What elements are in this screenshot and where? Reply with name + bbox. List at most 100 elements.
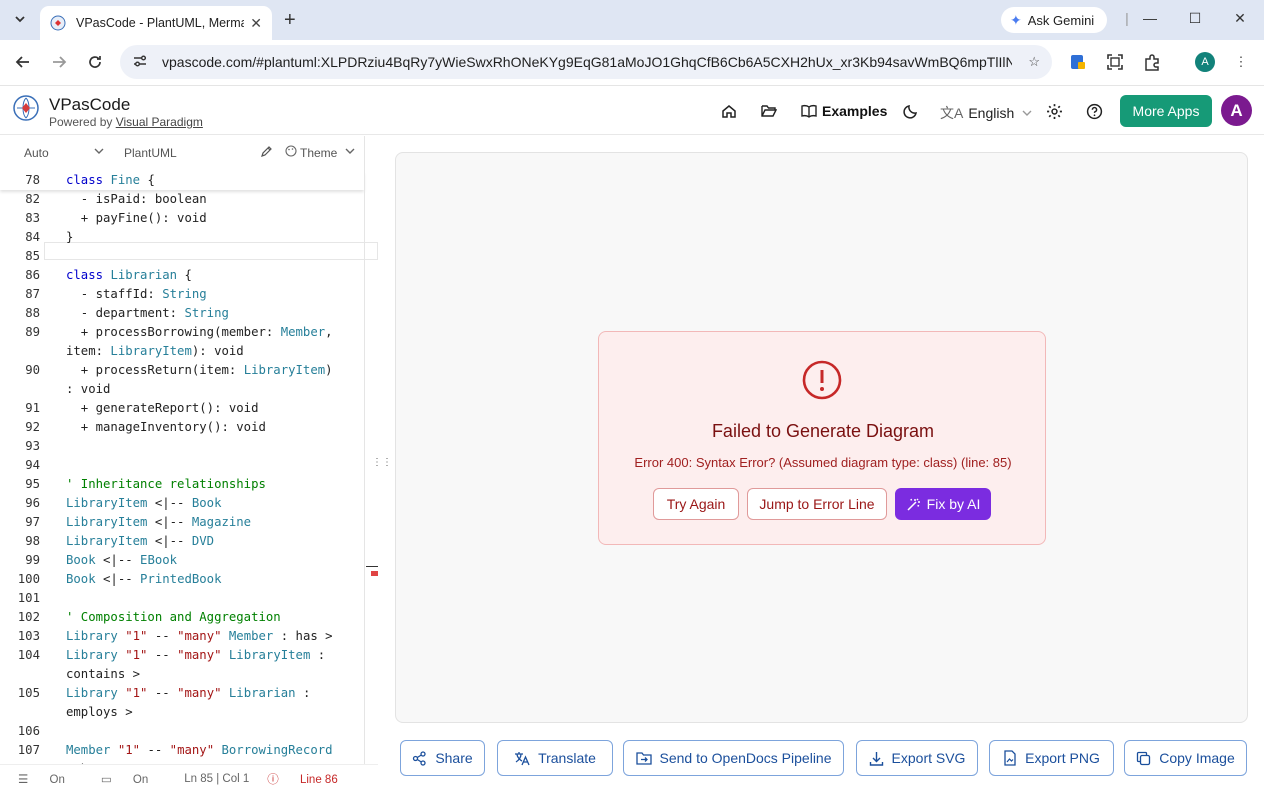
translate-button[interactable]: Translate bbox=[497, 740, 613, 776]
code-line[interactable]: ' Inheritance relationships bbox=[66, 477, 266, 491]
export-svg-label: Export SVG bbox=[891, 750, 966, 766]
code-line[interactable]: LibraryItem <|-- DVD bbox=[66, 534, 214, 548]
settings-button[interactable] bbox=[1044, 101, 1064, 121]
pencil-icon[interactable] bbox=[260, 145, 273, 161]
open-folder-button[interactable] bbox=[759, 101, 779, 121]
address-bar[interactable]: vpascode.com/#plantuml:XLPDRziu4BqRy7yWi… bbox=[120, 45, 1052, 79]
error-line-indicator[interactable]: ⓘ Line 86 bbox=[267, 771, 355, 787]
drag-handle-icon[interactable]: ⋮⋮ bbox=[372, 457, 392, 471]
copy-image-button[interactable]: Copy Image bbox=[1124, 740, 1247, 776]
more-apps-button[interactable]: More Apps bbox=[1120, 95, 1212, 127]
share-button[interactable]: Share bbox=[400, 740, 485, 776]
code-line[interactable]: employs > bbox=[66, 705, 133, 719]
export-png-label: Export PNG bbox=[1025, 750, 1100, 766]
language-mode-label[interactable]: PlantUML bbox=[124, 146, 177, 160]
site-info-icon[interactable] bbox=[132, 53, 150, 72]
line-number: 99 bbox=[25, 553, 40, 567]
fix-by-ai-button[interactable]: Fix by AI bbox=[895, 488, 991, 520]
close-window-icon[interactable]: ✕ bbox=[1230, 10, 1250, 27]
minimize-icon[interactable]: — bbox=[1140, 10, 1160, 26]
new-tab-button[interactable]: + bbox=[284, 9, 296, 32]
code-line[interactable]: + generateReport(): void bbox=[66, 401, 259, 415]
ask-gemini-button[interactable]: ✦ Ask Gemini bbox=[1001, 7, 1107, 33]
palette-icon bbox=[285, 145, 297, 160]
code-line[interactable]: LibraryItem <|-- Magazine bbox=[66, 515, 251, 529]
code-line[interactable]: + manageInventory(): void bbox=[66, 420, 266, 434]
code-line[interactable]: class Librarian { bbox=[66, 268, 192, 282]
export-png-button[interactable]: Export PNG bbox=[989, 740, 1114, 776]
close-tab-icon[interactable]: ✕ bbox=[250, 15, 262, 32]
line-number: 98 bbox=[25, 534, 40, 548]
browser-menu-icon[interactable]: ⋮ bbox=[1231, 52, 1251, 72]
bookmark-star-icon[interactable]: ☆ bbox=[1028, 54, 1040, 70]
examples-button[interactable]: Examples bbox=[801, 103, 887, 119]
line-number: 107 bbox=[17, 743, 40, 757]
theme-select[interactable]: Theme bbox=[300, 146, 337, 160]
line-number: 97 bbox=[25, 515, 40, 529]
help-button[interactable] bbox=[1084, 101, 1104, 121]
browser-tab[interactable]: VPasCode - PlantUML, Mermaid ✕ bbox=[40, 6, 272, 40]
code-line[interactable]: } bbox=[66, 230, 73, 244]
jump-to-error-line-button[interactable]: Jump to Error Line bbox=[747, 488, 887, 520]
code-line[interactable]: - staffId: String bbox=[66, 287, 207, 301]
try-again-button[interactable]: Try Again bbox=[653, 488, 739, 520]
line-number: 106 bbox=[17, 724, 40, 738]
code-line[interactable]: + processBorrowing(member: Member, bbox=[66, 325, 333, 339]
browser-profile-avatar[interactable]: A bbox=[1195, 52, 1215, 72]
extension-icon[interactable] bbox=[1068, 52, 1088, 72]
screenshot-icon[interactable] bbox=[1105, 52, 1125, 72]
code-line[interactable]: Member "1" -- "many" BorrowingRecord bbox=[66, 743, 333, 757]
tab-search-button[interactable] bbox=[8, 7, 32, 31]
cursor-position: Ln 85 | Col 1 bbox=[184, 772, 250, 785]
code-line[interactable]: contains > bbox=[66, 667, 140, 681]
line-number: 104 bbox=[17, 648, 40, 662]
word-wrap-status[interactable]: ☰ On bbox=[18, 772, 83, 786]
forward-button[interactable] bbox=[48, 51, 70, 73]
vpascode-logo-icon[interactable] bbox=[13, 95, 39, 121]
mode-select[interactable]: Auto bbox=[24, 146, 49, 160]
code-editor[interactable]: 78 class Fine {82 - isPaid: boolean 83 + p… bbox=[0, 172, 378, 764]
line-number: 87 bbox=[25, 287, 40, 301]
code-line[interactable]: ' Composition and Aggregation bbox=[66, 610, 281, 624]
code-line[interactable]: + processReturn(item: LibraryItem) bbox=[66, 363, 333, 377]
reload-button[interactable] bbox=[84, 51, 106, 73]
code-line[interactable]: class Fine { bbox=[66, 173, 155, 187]
code-line[interactable]: LibraryItem <|-- Book bbox=[66, 496, 221, 510]
current-line-highlight bbox=[44, 242, 378, 260]
reload-icon bbox=[89, 56, 101, 68]
code-line[interactable]: item: LibraryItem): void bbox=[66, 344, 244, 358]
examples-label: Examples bbox=[822, 103, 888, 119]
book-open-icon bbox=[801, 105, 817, 118]
code-line[interactable]: - isPaid: boolean bbox=[66, 192, 207, 206]
language-select[interactable]: 文A English bbox=[940, 103, 1032, 123]
code-line[interactable]: Book <|-- PrintedBook bbox=[66, 572, 221, 586]
line-number: 92 bbox=[25, 420, 40, 434]
code-line[interactable]: - department: String bbox=[66, 306, 229, 320]
gemini-label: Ask Gemini bbox=[1027, 12, 1095, 28]
visual-paradigm-link[interactable]: Visual Paradigm bbox=[116, 115, 203, 129]
code-line[interactable]: Book <|-- EBook bbox=[66, 553, 177, 567]
export-svg-button[interactable]: Export SVG bbox=[856, 740, 978, 776]
puzzle-extensions-icon[interactable] bbox=[1142, 52, 1162, 72]
scroll-marker bbox=[366, 566, 378, 567]
maximize-icon[interactable]: ☐ bbox=[1185, 10, 1205, 27]
code-line[interactable]: Library "1" -- "many" Librarian : bbox=[66, 686, 310, 700]
magic-wand-icon bbox=[907, 497, 920, 511]
code-line[interactable]: Library "1" -- "many" LibraryItem : bbox=[66, 648, 325, 662]
editor-toolbar: Auto PlantUML Theme bbox=[0, 136, 364, 172]
back-button[interactable] bbox=[12, 51, 34, 73]
code-line[interactable]: : void bbox=[66, 382, 110, 396]
dark-mode-toggle[interactable] bbox=[901, 101, 921, 121]
code-line[interactable]: Library "1" -- "many" Member : has > bbox=[66, 629, 333, 643]
code-line[interactable]: + payFine(): void bbox=[66, 211, 207, 225]
line-number: 78 bbox=[25, 173, 40, 187]
user-avatar[interactable]: A bbox=[1221, 95, 1252, 126]
send-to-opendocs-button[interactable]: Send to OpenDocs Pipeline bbox=[623, 740, 844, 776]
line-number: 88 bbox=[25, 306, 40, 320]
home-button[interactable] bbox=[719, 101, 739, 121]
translate-icon bbox=[514, 751, 530, 766]
minimap-icon: ▭ bbox=[100, 773, 115, 786]
minimap-status[interactable]: ▭ On bbox=[101, 772, 166, 786]
gear-icon bbox=[1046, 103, 1062, 119]
panel-splitter[interactable] bbox=[364, 136, 378, 764]
